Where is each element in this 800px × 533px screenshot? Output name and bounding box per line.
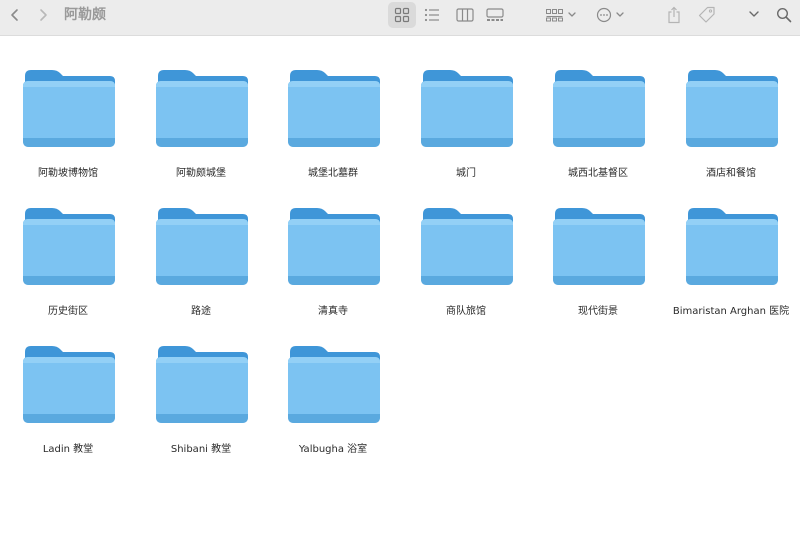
folder-icon — [685, 208, 779, 286]
folder-label: Yalbugha 浴室 — [298, 444, 368, 455]
folder-item[interactable]: 阿勒坡博物馆 — [8, 70, 128, 200]
group-button[interactable] — [544, 0, 580, 30]
column-view-icon — [456, 8, 474, 22]
folder-label: Bimaristan Arghan 医院 — [672, 306, 790, 317]
window-title: 阿勒颇 — [64, 7, 106, 23]
icon-view-icon — [394, 7, 410, 23]
folder-icon — [420, 208, 514, 286]
gallery-view-icon — [486, 8, 504, 21]
share-icon — [668, 6, 680, 24]
folder-item[interactable]: 阿勒颇城堡 — [141, 70, 261, 200]
more-button[interactable] — [745, 0, 763, 30]
folder-icon — [287, 208, 381, 286]
column-view-button[interactable] — [451, 0, 479, 30]
chevron-left-icon — [11, 9, 18, 21]
back-button[interactable] — [4, 0, 26, 30]
folder-item[interactable]: Yalbugha 浴室 — [273, 346, 393, 476]
search-icon — [776, 7, 792, 23]
folder-icon — [420, 70, 514, 148]
file-grid: 阿勒坡博物馆 阿勒颇城堡 城堡北墓群 城门 城西北基督区 酒店和餐馆 历史街区 — [0, 36, 800, 533]
folder-icon — [552, 70, 646, 148]
folder-label: 酒店和餐馆 — [706, 168, 756, 179]
folder-item[interactable]: 商队旅馆 — [406, 208, 526, 338]
folder-icon — [22, 70, 116, 148]
folder-item[interactable]: Shibani 教堂 — [141, 346, 261, 476]
folder-item[interactable]: Ladin 教堂 — [8, 346, 128, 476]
folder-icon — [287, 70, 381, 148]
folder-icon — [155, 208, 249, 286]
list-view-button[interactable] — [418, 0, 446, 30]
toolbar: 阿勒颇 — [0, 0, 800, 36]
tag-button[interactable] — [695, 0, 719, 30]
icon-view-button[interactable] — [388, 2, 416, 28]
action-button[interactable] — [594, 0, 630, 30]
tag-icon — [698, 6, 715, 23]
gallery-view-button[interactable] — [481, 0, 509, 30]
folder-item[interactable]: 历史街区 — [8, 208, 128, 338]
chevron-right-icon — [40, 9, 47, 21]
share-button[interactable] — [662, 0, 686, 30]
folder-item[interactable]: 清真寺 — [273, 208, 393, 338]
search-button[interactable] — [773, 0, 795, 30]
forward-button[interactable] — [32, 0, 54, 30]
folder-icon — [22, 346, 116, 424]
folder-icon — [552, 208, 646, 286]
folder-icon — [155, 346, 249, 424]
folder-item[interactable]: 路途 — [141, 208, 261, 338]
folder-icon — [22, 208, 116, 286]
folder-icon — [287, 346, 381, 424]
group-icon — [546, 9, 576, 22]
folder-icon — [155, 70, 249, 148]
folder-icon — [685, 70, 779, 148]
folder-item[interactable]: 城堡北墓群 — [273, 70, 393, 200]
folder-item[interactable]: 城西北基督区 — [538, 70, 658, 200]
folder-item[interactable]: Bimaristan Arghan 医院 — [671, 208, 791, 338]
chevron-double-right-icon — [749, 11, 759, 17]
finder-window: 阿勒颇 阿勒坡博物馆 阿勒颇城堡 城堡北墓群 城门 城西北基督区 酒店和餐馆 历… — [0, 0, 800, 533]
folder-item[interactable]: 现代街景 — [538, 208, 658, 338]
folder-item[interactable]: 酒店和餐馆 — [671, 70, 791, 200]
list-view-icon — [424, 8, 439, 22]
ellipsis-circle-icon — [596, 7, 624, 23]
folder-item[interactable]: 城门 — [406, 70, 526, 200]
